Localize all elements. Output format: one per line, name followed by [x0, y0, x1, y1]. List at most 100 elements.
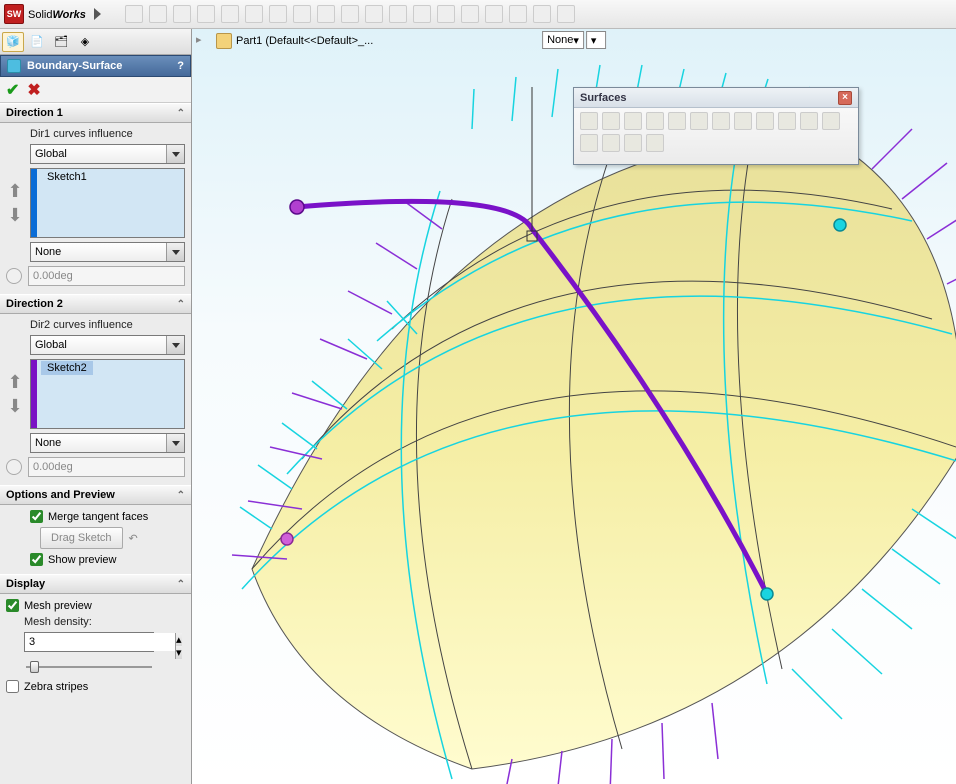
view-icon[interactable]: [365, 5, 383, 23]
pm-tabs: 🧊 📄 🗂 ◈: [0, 29, 191, 55]
breadcrumb-text[interactable]: Part1 (Default<<Default>_...: [236, 35, 373, 47]
move-up-button[interactable]: ⬆: [7, 375, 22, 389]
zebra-stripes-checkbox[interactable]: Zebra stripes: [6, 680, 185, 693]
brand-menu-arrow[interactable]: [94, 8, 101, 20]
tool4-icon[interactable]: [461, 5, 479, 23]
dir2-angle-input[interactable]: 0.00deg: [28, 457, 185, 477]
app-brand: SolidWorks: [28, 5, 86, 23]
dir1-influence-label: Dir1 curves influence: [30, 128, 185, 140]
surf-icon-5[interactable]: [668, 112, 686, 130]
sketch-icon[interactable]: [269, 5, 287, 23]
rebuild-icon[interactable]: [293, 5, 311, 23]
ok-button[interactable]: ✔: [6, 80, 19, 100]
dir1-influence-combo[interactable]: Global: [30, 144, 185, 164]
surf-icon-13[interactable]: [580, 134, 598, 152]
pm-tab-feature[interactable]: 🧊: [2, 32, 24, 52]
dir1-curve-list[interactable]: Sketch1: [30, 168, 185, 238]
surf-icon-10[interactable]: [778, 112, 796, 130]
toolbar-icons: [125, 5, 575, 23]
options-header[interactable]: Options and Preview⌃: [0, 485, 191, 505]
show-preview-checkbox[interactable]: Show preview: [30, 553, 185, 566]
surfaces-window-header[interactable]: Surfaces ×: [574, 88, 858, 108]
feature-title-bar: Boundary-Surface ?: [0, 55, 191, 77]
surf-icon-1[interactable]: [580, 112, 598, 130]
cancel-button[interactable]: ✖: [27, 80, 40, 100]
direction1-header[interactable]: Direction 1⌃: [0, 103, 191, 123]
dir2-influence-label: Dir2 curves influence: [30, 319, 185, 331]
select-icon[interactable]: [245, 5, 263, 23]
pm-tab-dim[interactable]: ◈: [74, 32, 96, 52]
move-down-button[interactable]: ⬇: [7, 399, 22, 413]
close-icon[interactable]: ×: [838, 91, 852, 105]
main-toolbar: SW SolidWorks: [0, 0, 956, 29]
surf-icon-11[interactable]: [800, 112, 818, 130]
pm-tab-display[interactable]: 🗂: [50, 32, 72, 52]
dir1-reset-icon[interactable]: [6, 268, 22, 284]
move-up-button[interactable]: ⬆: [7, 184, 22, 198]
collapse-icon: ⌃: [177, 490, 185, 501]
spin-up[interactable]: ▴: [175, 633, 182, 646]
undo-icon[interactable]: [197, 5, 215, 23]
dir1-angle-input[interactable]: 0.00deg: [28, 266, 185, 286]
dir2-tangent-combo[interactable]: None: [30, 433, 185, 453]
dir2-influence-combo[interactable]: Global: [30, 335, 185, 355]
spin-down[interactable]: ▾: [175, 646, 182, 659]
surf-icon-2[interactable]: [602, 112, 620, 130]
dir1-list-item[interactable]: Sketch1: [41, 170, 93, 184]
mesh-density-slider[interactable]: [24, 658, 154, 676]
surf-icon-3[interactable]: [624, 112, 642, 130]
move-down-button[interactable]: ⬇: [7, 208, 22, 222]
tool6-icon[interactable]: [509, 5, 527, 23]
tool3-icon[interactable]: [437, 5, 455, 23]
tangent-dir-select[interactable]: ▾: [586, 31, 606, 49]
surf-icon-8[interactable]: [734, 112, 752, 130]
tool2-icon[interactable]: [413, 5, 431, 23]
viewport-tangent-select: None ▾ ▾: [542, 31, 606, 49]
surf-icon-16[interactable]: [646, 134, 664, 152]
save-icon[interactable]: [173, 5, 191, 23]
breadcrumb-expand-icon[interactable]: ▸: [196, 33, 212, 49]
app-logo: SW: [4, 4, 24, 24]
display-header[interactable]: Display⌃: [0, 574, 191, 594]
merge-tangent-checkbox[interactable]: Merge tangent faces: [30, 510, 185, 523]
tangent-select[interactable]: None ▾: [542, 31, 584, 49]
help-button[interactable]: ?: [177, 60, 184, 72]
surfaces-toolbar-window[interactable]: Surfaces ×: [573, 87, 859, 165]
boundary-surface-icon: [7, 59, 21, 73]
tool8-icon[interactable]: [557, 5, 575, 23]
mesh-preview-checkbox[interactable]: Mesh preview: [6, 599, 185, 612]
surf-icon-6[interactable]: [690, 112, 708, 130]
drag-sketch-button[interactable]: Drag Sketch: [40, 527, 123, 549]
feature-title: Boundary-Surface: [27, 60, 122, 72]
new-icon[interactable]: [125, 5, 143, 23]
dir1-tangent-combo[interactable]: None: [30, 242, 185, 262]
surf-icon-4[interactable]: [646, 112, 664, 130]
property-manager: 🧊 📄 🗂 ◈ Boundary-Surface ? ✔ ✖ Direction…: [0, 29, 192, 784]
redo-icon[interactable]: [221, 5, 239, 23]
undo-drag-icon[interactable]: ↶: [129, 532, 138, 545]
surf-icon-12[interactable]: [822, 112, 840, 130]
ok-cancel-bar: ✔ ✖: [0, 77, 191, 103]
mesh-density-label: Mesh density:: [24, 616, 185, 628]
collapse-icon: ⌃: [177, 108, 185, 119]
collapse-icon: ⌃: [177, 299, 185, 310]
tool1-icon[interactable]: [389, 5, 407, 23]
direction2-header[interactable]: Direction 2⌃: [0, 294, 191, 314]
dir2-reset-icon[interactable]: [6, 459, 22, 475]
surf-icon-15[interactable]: [624, 134, 642, 152]
open-icon[interactable]: [149, 5, 167, 23]
dir2-list-item[interactable]: Sketch2: [41, 361, 93, 375]
tool7-icon[interactable]: [533, 5, 551, 23]
dir2-curve-list[interactable]: Sketch2: [30, 359, 185, 429]
options-icon[interactable]: [317, 5, 335, 23]
surf-icon-14[interactable]: [602, 134, 620, 152]
appearance-icon[interactable]: [341, 5, 359, 23]
tool5-icon[interactable]: [485, 5, 503, 23]
surf-icon-9[interactable]: [756, 112, 774, 130]
pm-tab-config[interactable]: 📄: [26, 32, 48, 52]
collapse-icon: ⌃: [177, 579, 185, 590]
part-icon[interactable]: [216, 33, 232, 49]
graphics-viewport[interactable]: ▸ Part1 (Default<<Default>_... None ▾ ▾ …: [192, 29, 956, 784]
surf-icon-7[interactable]: [712, 112, 730, 130]
mesh-density-spinner[interactable]: ▴▾: [24, 632, 154, 652]
